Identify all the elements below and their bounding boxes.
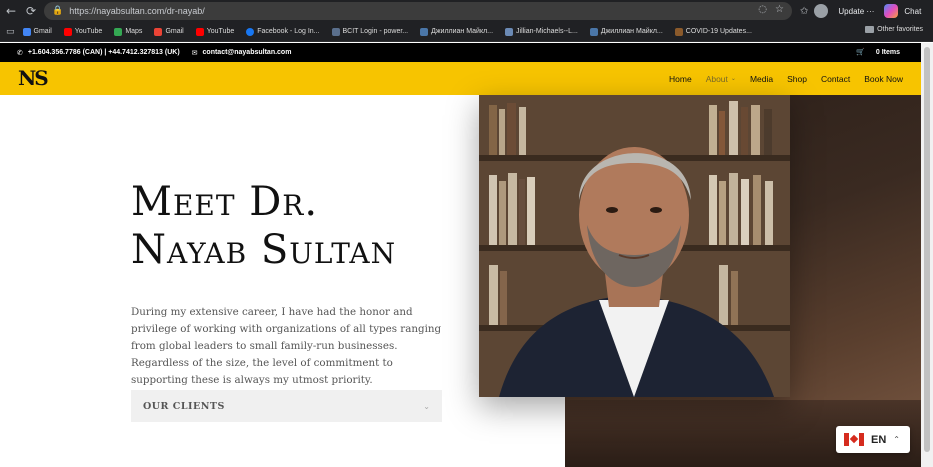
page-title: Meet Dr. Nayab Sultan xyxy=(131,178,396,274)
bookmark-item[interactable]: BCIT Login - power... xyxy=(331,27,409,36)
nav-about[interactable]: About ⌄ xyxy=(706,74,736,84)
bookmark-label: Gmail xyxy=(165,28,184,35)
back-icon[interactable]: ← xyxy=(2,2,20,20)
chevron-down-icon: ⌄ xyxy=(730,75,736,82)
page-title-line1: Meet Dr. xyxy=(131,179,319,225)
nav-about-label: About xyxy=(705,73,728,84)
gmail-icon xyxy=(154,27,163,36)
bookmark-item[interactable]: YouTube xyxy=(195,27,235,36)
main-nav: Home About ⌄ Media Shop Contact Book Now xyxy=(669,62,921,95)
copilot-icon[interactable] xyxy=(884,4,899,18)
covid-icon xyxy=(674,27,683,36)
bookmark-label: Gmail xyxy=(33,28,52,35)
page-scrollbar[interactable] xyxy=(921,43,933,467)
lock-icon: 🔒 xyxy=(52,6,64,16)
bcit-icon xyxy=(331,27,340,36)
bookmark-item[interactable]: COVID-19 Updates... xyxy=(674,27,752,36)
cart-icon: 🛒 xyxy=(856,48,865,56)
bookmark-label: Maps xyxy=(125,28,143,35)
folder-icon xyxy=(865,26,875,33)
bookmark-label: Джиллиан Майкл... xyxy=(431,28,494,35)
bookmark-item[interactable]: Джиллиан Майкл... xyxy=(589,27,663,36)
vk-icon xyxy=(589,27,598,36)
portrait-illustration xyxy=(479,95,790,397)
bookmark-item[interactable]: Gmail xyxy=(154,27,184,36)
phone-numbers[interactable]: +1.604.356.7786 (CAN) | +44.7412.327813 … xyxy=(28,49,180,56)
language-code: EN xyxy=(871,433,887,446)
bookmark-item[interactable]: Maps xyxy=(114,27,143,36)
bookmark-item[interactable]: YouTube xyxy=(63,27,103,36)
site-header: NS Home About ⌄ Media Shop Contact Book N… xyxy=(0,62,921,95)
bookmark-label: YouTube xyxy=(206,28,235,35)
update-label: Update xyxy=(838,6,865,16)
scrollbar-thumb[interactable] xyxy=(924,47,930,452)
nav-shop[interactable]: Shop xyxy=(787,74,807,84)
chat-label[interactable]: Chat xyxy=(904,7,921,16)
chevron-up-icon: ⌃ xyxy=(893,435,900,444)
language-switcher[interactable]: EN ⌃ xyxy=(836,426,910,453)
email-link[interactable]: contact@nayabsultan.com xyxy=(203,49,292,56)
bookmark-item[interactable]: Gmail xyxy=(22,27,52,36)
sidebar-toggle-icon[interactable]: ▭ xyxy=(6,27,15,37)
update-button[interactable]: Update ··· xyxy=(834,5,878,18)
profile-avatar[interactable] xyxy=(814,4,829,18)
other-favorites[interactable]: Other favorites xyxy=(865,26,923,33)
cart-count: 0 Items xyxy=(875,48,900,56)
contact-topbar: ✆ +1.604.356.7786 (CAN) | +44.7412.32781… xyxy=(0,43,933,62)
page-icon xyxy=(505,27,514,36)
bookmarks-bar: ▭ Gmail YouTube Maps Gmail YouTube Faceb… xyxy=(0,22,933,42)
bookmark-item[interactable]: Facebook - Log In... xyxy=(246,27,320,36)
star-icon[interactable]: ☆ xyxy=(775,4,784,15)
phone-icon: ✆ xyxy=(17,48,23,57)
reload-icon[interactable]: ⟳ xyxy=(22,2,40,20)
bookmark-label: Facebook - Log In... xyxy=(257,28,320,35)
favorites-icon[interactable]: ✩ xyxy=(800,6,808,17)
our-clients-toggle[interactable]: OUR CLIENTS ⌄ xyxy=(131,390,442,422)
bookmark-item[interactable]: Джиллиан Майкл... xyxy=(420,27,494,36)
bookmark-label: YouTube xyxy=(74,28,103,35)
youtube-icon xyxy=(63,27,72,36)
cart-link[interactable]: 🛒 0 Items xyxy=(856,48,905,56)
page-title-line2: Nayab Sultan xyxy=(131,227,397,273)
bookmark-label: COVID-19 Updates... xyxy=(685,28,752,35)
chevron-down-icon: ⌄ xyxy=(423,401,430,411)
portrait-photo xyxy=(479,95,790,397)
our-clients-label: OUR CLIENTS xyxy=(143,400,225,412)
address-bar[interactable]: 🔒 https://nayabsultan.com/dr-nayab/ ◌ ☆ xyxy=(44,2,792,20)
nav-contact[interactable]: Contact xyxy=(821,74,850,84)
youtube-icon xyxy=(195,27,204,36)
intro-paragraph: During my extensive career, I have had t… xyxy=(131,306,442,386)
nav-home[interactable]: Home xyxy=(669,74,692,84)
bookmark-label: BCIT Login - power... xyxy=(342,28,409,35)
maps-icon xyxy=(114,27,123,36)
browser-toolbar: ← ⟳ 🔒 https://nayabsultan.com/dr-nayab/ … xyxy=(0,0,933,22)
site-logo[interactable]: NS xyxy=(18,67,49,89)
canada-flag-icon xyxy=(844,433,864,446)
email-icon: ✉ xyxy=(191,48,198,57)
facebook-icon xyxy=(246,27,255,36)
bookmark-label: Джиллиан Майкл... xyxy=(600,28,663,35)
vk-icon xyxy=(420,27,429,36)
reader-icon[interactable]: ◌ xyxy=(758,4,767,15)
bookmark-label: Jillian-Michaels--L... xyxy=(516,28,578,35)
nav-book-now[interactable]: Book Now xyxy=(864,74,903,84)
bookmark-item[interactable]: Jillian-Michaels--L... xyxy=(505,27,578,36)
other-favorites-label: Other favorites xyxy=(877,26,923,33)
url-text: https://nayabsultan.com/dr-nayab/ xyxy=(69,6,205,16)
google-icon xyxy=(22,27,31,36)
nav-media[interactable]: Media xyxy=(750,74,773,84)
